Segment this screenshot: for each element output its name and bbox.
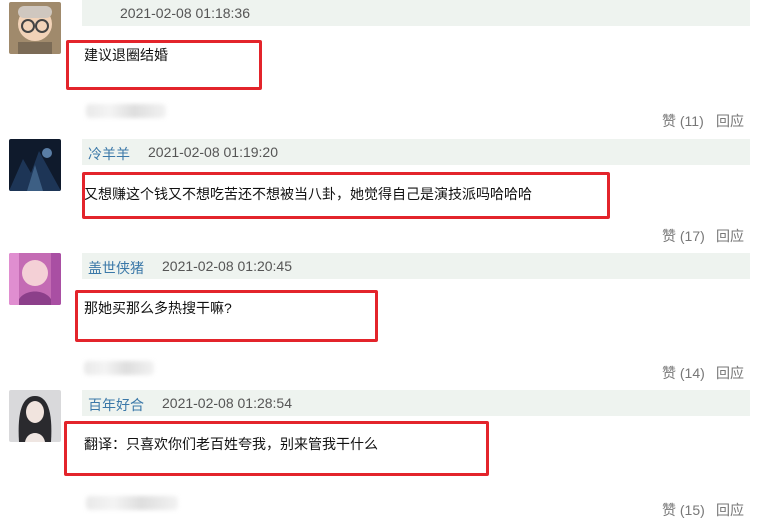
like-label: 赞 bbox=[662, 113, 676, 129]
reply-button[interactable]: 回应 bbox=[716, 500, 744, 520]
comment-timestamp: 2021-02-08 01:18:36 bbox=[120, 5, 250, 21]
like-count: (11) bbox=[679, 113, 704, 129]
like-button[interactable]: 赞 (17) bbox=[662, 226, 705, 246]
highlight-box bbox=[82, 172, 610, 219]
avatar[interactable] bbox=[9, 253, 61, 305]
comment-timestamp: 2021-02-08 01:28:54 bbox=[162, 395, 292, 411]
comment-item: 盖世侠猪 2021-02-08 01:20:45 那她买那么多热搜干嘛? 赞 (… bbox=[0, 253, 774, 383]
redacted-text bbox=[86, 104, 166, 118]
like-label: 赞 bbox=[662, 365, 676, 381]
highlight-box bbox=[66, 40, 262, 90]
redacted-text bbox=[84, 361, 154, 375]
comment-item: 百年好合 2021-02-08 01:28:54 翻译：只喜欢你们老百姓夸我，别… bbox=[0, 390, 774, 524]
comment-item: 2021-02-08 01:18:36 建议退圈结婚 赞 (11) 回应 bbox=[0, 0, 774, 130]
comment-meta-bar: 百年好合 2021-02-08 01:28:54 bbox=[82, 390, 750, 416]
username-link[interactable]: 盖世侠猪 bbox=[88, 258, 144, 278]
like-button[interactable]: 赞 (14) bbox=[662, 363, 705, 383]
reply-button[interactable]: 回应 bbox=[716, 111, 744, 131]
avatar[interactable] bbox=[9, 139, 61, 191]
redacted-text bbox=[86, 496, 178, 510]
like-button[interactable]: 赞 (15) bbox=[662, 500, 705, 520]
avatar[interactable] bbox=[9, 2, 61, 54]
comment-meta-bar: 2021-02-08 01:18:36 bbox=[82, 0, 750, 26]
like-label: 赞 bbox=[662, 502, 676, 518]
comment-meta-bar: 盖世侠猪 2021-02-08 01:20:45 bbox=[82, 253, 750, 279]
comment-meta-bar: 冷羊羊 2021-02-08 01:19:20 bbox=[82, 139, 750, 165]
reply-button[interactable]: 回应 bbox=[716, 363, 744, 383]
like-count: (15) bbox=[679, 502, 705, 518]
username-link[interactable]: 冷羊羊 bbox=[88, 144, 130, 164]
highlight-box bbox=[75, 290, 378, 342]
reply-button[interactable]: 回应 bbox=[716, 226, 744, 246]
pink-photo-avatar-icon bbox=[9, 253, 61, 305]
username-link[interactable]: 百年好合 bbox=[88, 395, 144, 415]
like-count: (17) bbox=[679, 228, 705, 244]
avatar[interactable] bbox=[9, 390, 61, 442]
illustration-avatar-icon bbox=[9, 390, 61, 442]
comment-timestamp: 2021-02-08 01:19:20 bbox=[148, 144, 278, 160]
night-scene-avatar-icon bbox=[9, 139, 61, 191]
comment-timestamp: 2021-02-08 01:20:45 bbox=[162, 258, 292, 274]
comment-item: 冷羊羊 2021-02-08 01:19:20 又想赚这个钱又不想吃苦还不想被当… bbox=[0, 139, 774, 249]
highlight-box bbox=[64, 421, 489, 476]
like-button[interactable]: 赞 (11) bbox=[662, 111, 704, 131]
child-photo-avatar-icon bbox=[9, 2, 61, 54]
like-count: (14) bbox=[679, 365, 705, 381]
like-label: 赞 bbox=[662, 228, 676, 244]
